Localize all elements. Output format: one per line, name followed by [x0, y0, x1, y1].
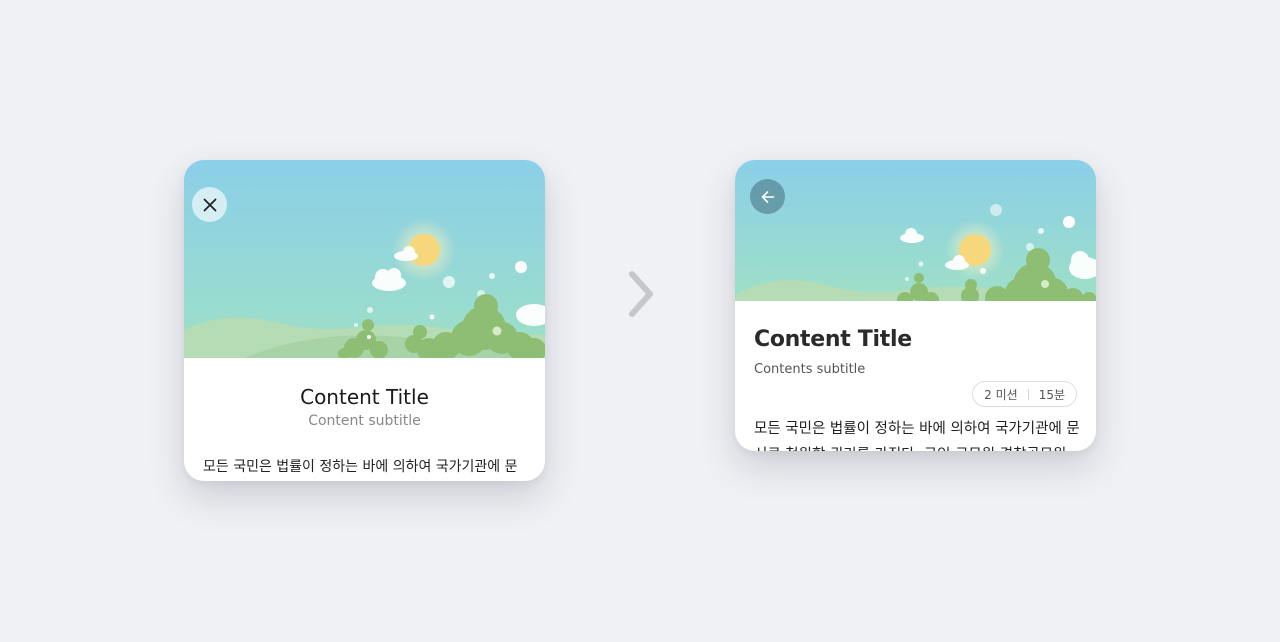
duration: 15분: [1038, 387, 1065, 402]
content-title: Content Title: [300, 385, 429, 409]
mission-count: 2 미션: [984, 387, 1018, 402]
content-body: 모든 국민은 법률이 정하는 바에 의하여 국가기관에 문서로 청원할 권리를 …: [754, 421, 1080, 451]
content-subtitle: Contents subtitle: [754, 362, 866, 377]
close-button[interactable]: [192, 187, 227, 222]
content-title: Content Title: [754, 327, 912, 352]
content-subtitle: Content subtitle: [308, 413, 421, 429]
content-card-collapsed[interactable]: Content Title Content subtitle 모든 국민은 법률…: [184, 160, 545, 481]
meta-chip: 2 미션 15분: [972, 381, 1077, 407]
hero-illustration: [735, 160, 1096, 301]
arrow-left-icon: [761, 190, 774, 203]
close-icon: [203, 198, 216, 211]
chip-divider: [1027, 388, 1029, 400]
chevron-right-icon: [629, 271, 653, 317]
content-body: 모든 국민은 법률이 정하는 바에 의하여 국가기관에 문: [203, 459, 518, 475]
hero-illustration: [184, 160, 545, 358]
content-card-expanded[interactable]: Content Title Contents subtitle 2 미션 15분…: [735, 160, 1096, 451]
back-button[interactable]: [750, 179, 785, 214]
